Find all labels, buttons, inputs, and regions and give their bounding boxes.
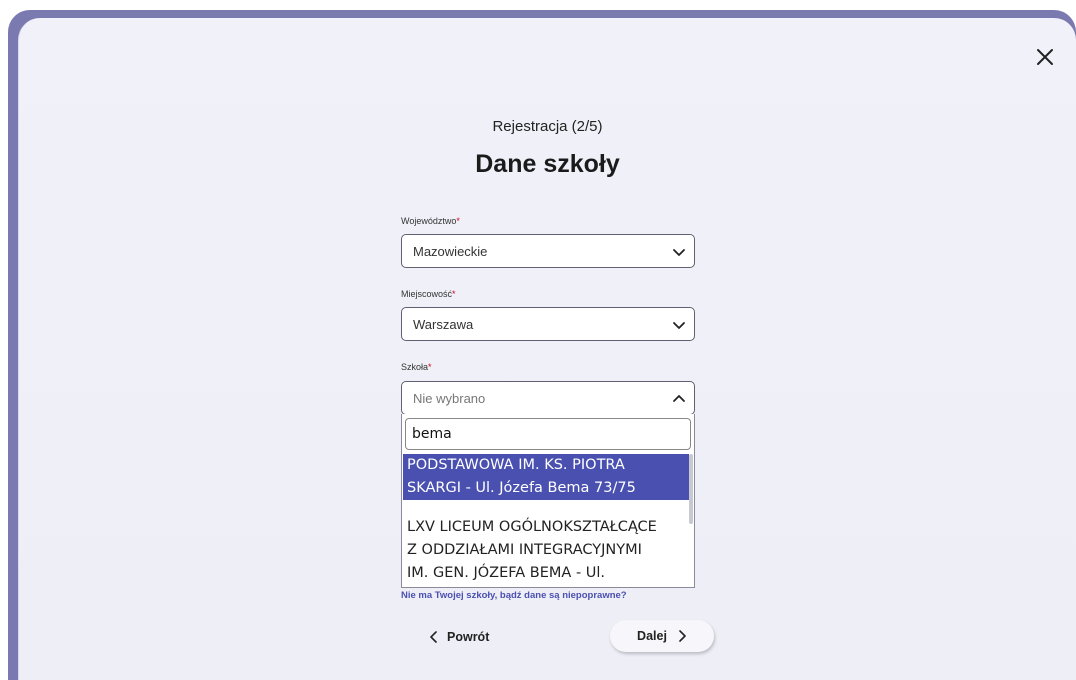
page-title: Dane szkoły — [475, 150, 620, 178]
city-label: Miejscowość* — [401, 289, 456, 299]
school-label: Szkoła* — [401, 362, 432, 372]
option-line: IM. GEN. JÓZEFA BEMA - Ul. — [407, 565, 606, 581]
next-button-label: Dalej — [637, 629, 667, 643]
option-line: SKARGI - Ul. Józefa Bema 73/75 — [407, 480, 636, 496]
school-select[interactable]: Nie wybrano — [401, 381, 695, 415]
registration-modal: Rejestracja (2/5) Dane szkoły Województw… — [18, 18, 1076, 680]
required-mark: * — [452, 289, 456, 299]
school-search-input[interactable] — [405, 418, 691, 450]
missing-school-link[interactable]: Nie ma Twojej szkoły, bądź dane są niepo… — [401, 590, 627, 601]
voivodeship-select[interactable]: Mazowieckie — [401, 234, 695, 268]
option-line: PODSTAWOWA IM. KS. PIOTRA — [407, 457, 625, 473]
school-label-text: Szkoła — [401, 362, 429, 372]
voivodeship-label: Województwo* — [401, 216, 460, 226]
step-indicator: Rejestracja (2/5) — [492, 118, 603, 135]
city-label-text: Miejscowość — [401, 289, 453, 299]
chevron-down-icon — [673, 249, 685, 256]
option-line: Z ODDZIAŁAMI INTEGRACYJNYMI — [407, 542, 642, 558]
close-button[interactable] — [1034, 46, 1056, 68]
back-button[interactable]: Powrót — [429, 624, 489, 650]
school-option[interactable]: LXV LICEUM OGÓLNOKSZTAŁCĄCE Z ODDZIAŁAMI… — [403, 516, 689, 585]
city-value: Warszawa — [413, 316, 474, 332]
close-icon — [1037, 49, 1053, 65]
voivodeship-label-text: Województwo — [401, 216, 457, 226]
school-placeholder: Nie wybrano — [413, 390, 486, 406]
chevron-down-icon — [673, 322, 685, 329]
next-button[interactable]: Dalej — [610, 620, 714, 652]
school-option[interactable]: PODSTAWOWA IM. KS. PIOTRA SKARGI - Ul. J… — [403, 454, 689, 500]
dropdown-scrollbar[interactable] — [689, 454, 693, 524]
back-button-label: Powrót — [447, 630, 490, 644]
voivodeship-value: Mazowieckie — [413, 243, 488, 259]
required-mark: * — [428, 362, 432, 372]
city-select[interactable]: Warszawa — [401, 307, 695, 341]
chevron-left-icon — [430, 631, 437, 643]
required-mark: * — [456, 216, 460, 226]
school-dropdown: PODSTAWOWA IM. KS. PIOTRA SKARGI - Ul. J… — [401, 414, 695, 588]
option-line: LXV LICEUM OGÓLNOKSZTAŁCĄCE — [407, 519, 657, 535]
chevron-right-icon — [679, 630, 686, 642]
chevron-up-icon — [673, 395, 685, 402]
